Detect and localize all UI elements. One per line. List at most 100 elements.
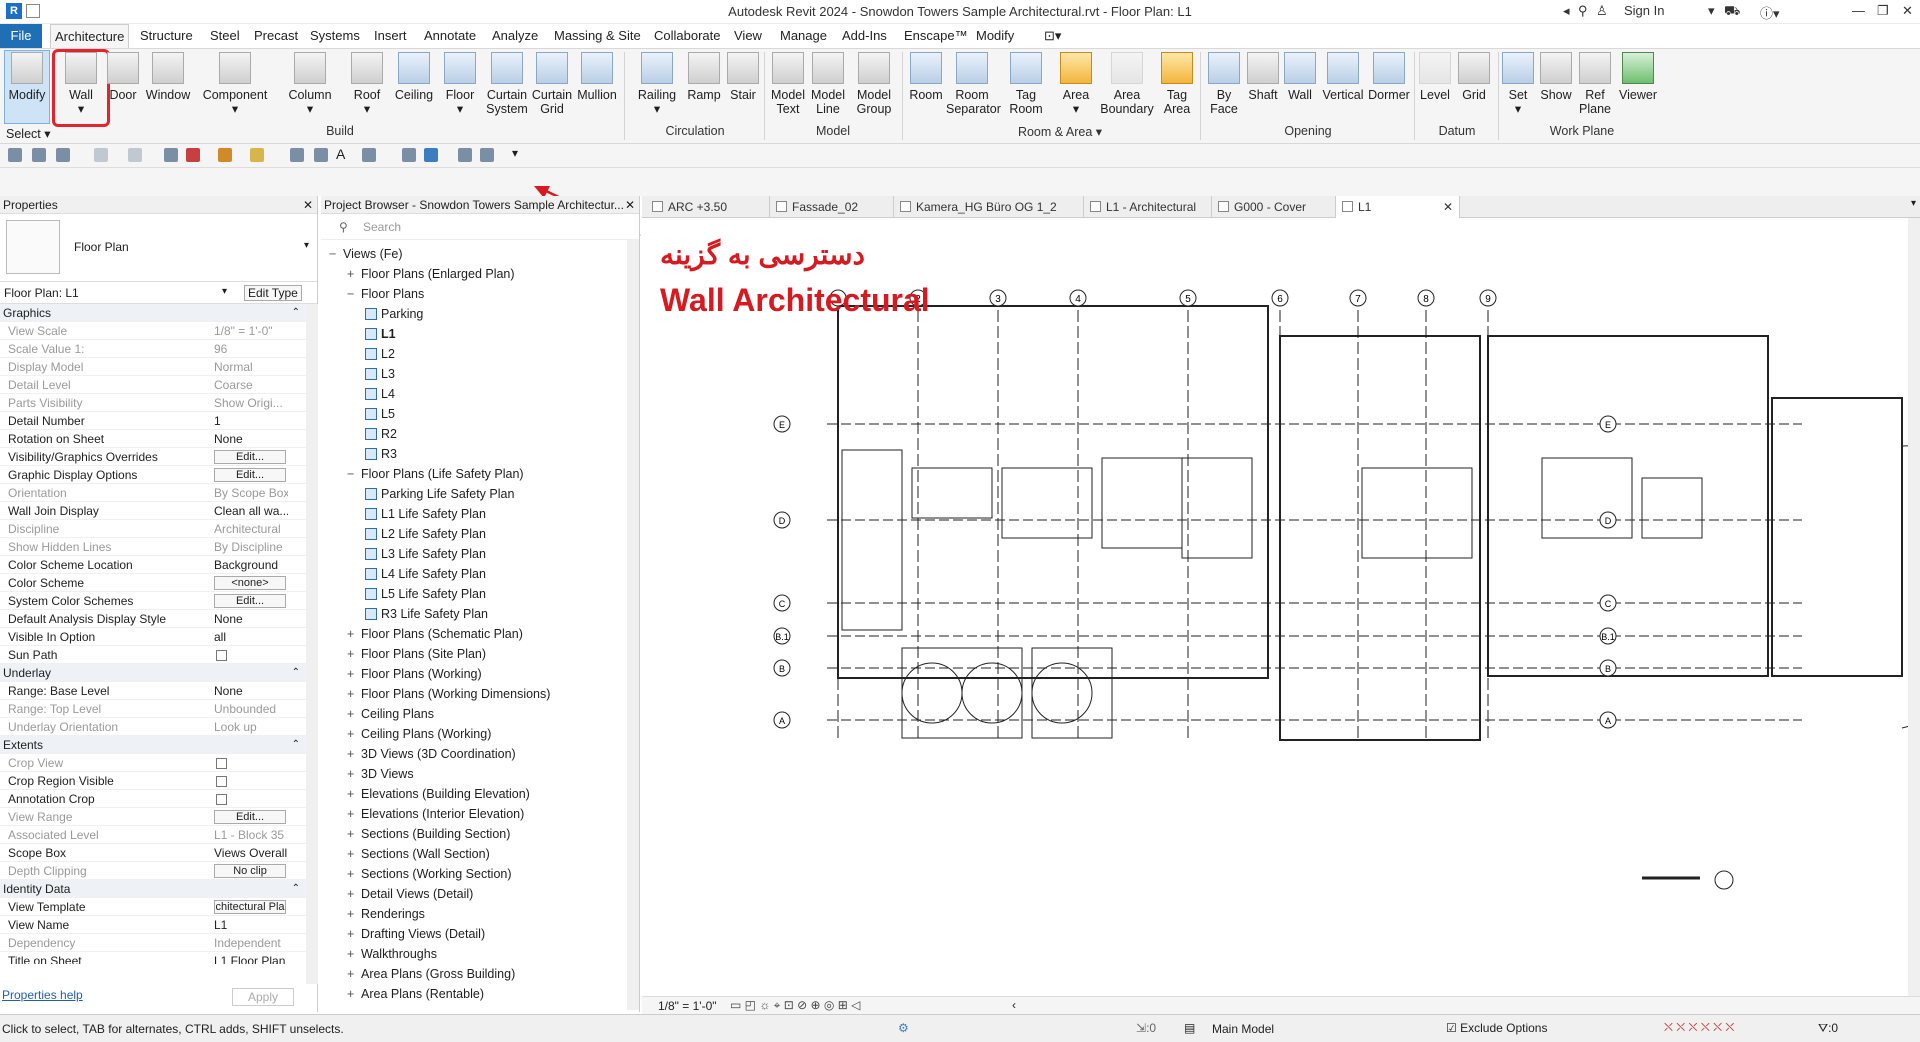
property-checkbox[interactable] bbox=[216, 776, 227, 787]
tabs-menu-icon[interactable]: ▾ bbox=[1911, 198, 1916, 209]
tab-steel[interactable]: Steel bbox=[206, 24, 244, 48]
cart-icon[interactable]: ⛟ bbox=[1724, 3, 1740, 21]
area-boundary-button[interactable]: Area Boundary bbox=[1098, 50, 1156, 124]
search-input[interactable]: Search bbox=[363, 220, 401, 234]
by-face-button[interactable]: By Face bbox=[1204, 50, 1244, 124]
property-value[interactable]: Normal bbox=[214, 358, 288, 376]
view-scale[interactable]: 1/8" = 1'-0" bbox=[658, 999, 717, 1013]
tab-file[interactable]: File bbox=[0, 24, 42, 48]
grid-bubble[interactable]: D bbox=[773, 511, 791, 529]
dimension-icon[interactable] bbox=[250, 148, 264, 162]
property-value[interactable]: Architectural bbox=[214, 520, 288, 538]
ceiling-button[interactable]: Ceiling bbox=[390, 50, 438, 124]
tab-structure[interactable]: Structure bbox=[136, 24, 197, 48]
property-value[interactable]: 1 bbox=[214, 412, 288, 430]
property-value[interactable]: By Discipline bbox=[214, 538, 288, 556]
railing-button[interactable]: Railing ▾ bbox=[632, 50, 682, 124]
grid-bubble[interactable]: 9 bbox=[1479, 289, 1497, 307]
grid-bubble[interactable]: E bbox=[1599, 415, 1617, 433]
restore-button[interactable]: ❐ bbox=[1877, 3, 1889, 19]
type-dropdown-icon[interactable]: ▾ bbox=[304, 240, 309, 251]
window-button[interactable]: Window bbox=[142, 50, 194, 124]
text-icon[interactable]: A bbox=[336, 146, 345, 162]
view-switcher-icon[interactable]: ⊡▾ bbox=[1040, 24, 1065, 48]
tree-item[interactable]: L4 Life Safety Plan bbox=[365, 564, 486, 584]
floor-button[interactable]: Floor ▾ bbox=[440, 50, 480, 124]
collapse-icon[interactable]: ⌃ bbox=[292, 304, 300, 322]
expand-icon[interactable]: + bbox=[347, 664, 361, 684]
property-value[interactable]: L1 Floor Plan bbox=[214, 952, 288, 964]
save-icon[interactable] bbox=[32, 148, 46, 162]
grid-bubble[interactable]: A bbox=[1599, 711, 1617, 729]
property-edit-button[interactable]: Edit... bbox=[214, 594, 286, 608]
property-value[interactable]: None bbox=[214, 430, 288, 448]
property-section[interactable]: Identity Data ⌃ bbox=[0, 880, 306, 898]
tree-item[interactable]: L2 Life Safety Plan bbox=[365, 524, 486, 544]
instance-dropdown-icon[interactable]: ▾ bbox=[222, 286, 227, 297]
expand-icon[interactable]: + bbox=[347, 984, 361, 1004]
expand-icon[interactable]: + bbox=[347, 264, 361, 284]
collapse-icon[interactable]: − bbox=[347, 464, 361, 484]
tab-architecture[interactable]: Architecture bbox=[50, 24, 130, 48]
customize-toolbar-icon[interactable]: ▾ bbox=[512, 146, 518, 160]
redo-icon[interactable] bbox=[128, 148, 142, 162]
tab-enscape[interactable]: Enscape™ bbox=[900, 24, 972, 48]
property-value[interactable]: Views Overall bbox=[214, 844, 288, 862]
switch-windows-icon[interactable] bbox=[480, 148, 494, 162]
grid-bubble[interactable]: E bbox=[773, 415, 791, 433]
tree-item[interactable]: L3 Life Safety Plan bbox=[365, 544, 486, 564]
property-value[interactable]: 96 bbox=[214, 340, 288, 358]
tree-item[interactable]: − Floor Plans bbox=[347, 284, 424, 304]
tree-item[interactable]: + Floor Plans (Site Plan) bbox=[347, 644, 486, 664]
grid-bubble[interactable]: B bbox=[773, 659, 791, 677]
property-edit-button[interactable]: Edit... bbox=[214, 468, 286, 482]
tree-item[interactable]: L2 bbox=[365, 344, 395, 364]
sign-in-dropdown-icon[interactable]: ▾ bbox=[1708, 3, 1715, 19]
minimize-button[interactable]: — bbox=[1852, 3, 1865, 18]
worksets-icon[interactable]: ⚙ bbox=[898, 1021, 909, 1035]
property-value[interactable]: Background bbox=[214, 556, 288, 574]
tree-item[interactable]: Parking bbox=[365, 304, 423, 324]
property-value[interactable]: By Scope Box bbox=[214, 484, 288, 502]
grid-bubble[interactable]: 5 bbox=[1179, 289, 1197, 307]
expand-icon[interactable]: + bbox=[347, 924, 361, 944]
tree-item[interactable]: − Floor Plans (Life Safety Plan) bbox=[347, 464, 524, 484]
tree-item[interactable]: + Ceiling Plans (Working) bbox=[347, 724, 491, 744]
property-section[interactable]: Underlay ⌃ bbox=[0, 664, 306, 682]
tab-l1[interactable]: L1 ✕ bbox=[1336, 196, 1460, 218]
room-button[interactable]: Room bbox=[906, 50, 946, 124]
grid-bubble[interactable]: 6 bbox=[1271, 289, 1289, 307]
tab-fassade[interactable]: Fassade_02 bbox=[770, 196, 894, 218]
grid-bubble[interactable]: 3 bbox=[989, 289, 1007, 307]
browser-search[interactable]: ⚲ Search bbox=[321, 214, 639, 240]
properties-help-link[interactable]: Properties help bbox=[2, 988, 83, 1002]
property-edit-button[interactable]: Edit... bbox=[214, 450, 286, 464]
collapse-icon[interactable]: − bbox=[329, 244, 343, 264]
drawing-canvas[interactable]: 123456789 E E D D C C B.1 B.1 B B A A bbox=[642, 218, 1920, 996]
hscroll-left-icon[interactable]: ‹ bbox=[1012, 998, 1016, 1012]
expand-icon[interactable]: + bbox=[347, 744, 361, 764]
property-value[interactable]: Show Origi... bbox=[214, 394, 288, 412]
help-icon[interactable]: ⓘ▾ bbox=[1760, 3, 1780, 22]
tree-item[interactable]: + Elevations (Interior Elevation) bbox=[347, 804, 524, 824]
tab-precast[interactable]: Precast bbox=[250, 24, 302, 48]
open-icon[interactable] bbox=[8, 148, 22, 162]
tree-item[interactable]: + Sections (Building Section) bbox=[347, 824, 510, 844]
property-value[interactable]: Independent bbox=[214, 934, 288, 952]
select-dropdown[interactable]: Select ▾ bbox=[6, 126, 51, 141]
properties-scrollbar[interactable] bbox=[306, 304, 318, 984]
tree-item[interactable]: + Walkthroughs bbox=[347, 944, 437, 964]
property-edit-button[interactable]: Edit... bbox=[214, 810, 286, 824]
edit-type-button[interactable]: Edit Type bbox=[244, 285, 302, 301]
expand-icon[interactable]: + bbox=[347, 824, 361, 844]
property-checkbox[interactable] bbox=[216, 758, 227, 769]
expand-icon[interactable]: + bbox=[347, 864, 361, 884]
property-value[interactable]: Unbounded bbox=[214, 700, 288, 718]
apply-button[interactable]: Apply bbox=[232, 988, 294, 1006]
model-line-button[interactable]: Model Line bbox=[808, 50, 848, 124]
instance-filter[interactable]: Floor Plan: L1 bbox=[4, 286, 79, 300]
tab-add-ins[interactable]: Add-Ins bbox=[838, 24, 891, 48]
tab-view[interactable]: View bbox=[730, 24, 766, 48]
grid-bubble[interactable]: 4 bbox=[1069, 289, 1087, 307]
grid-bubble[interactable]: C bbox=[1599, 594, 1617, 612]
